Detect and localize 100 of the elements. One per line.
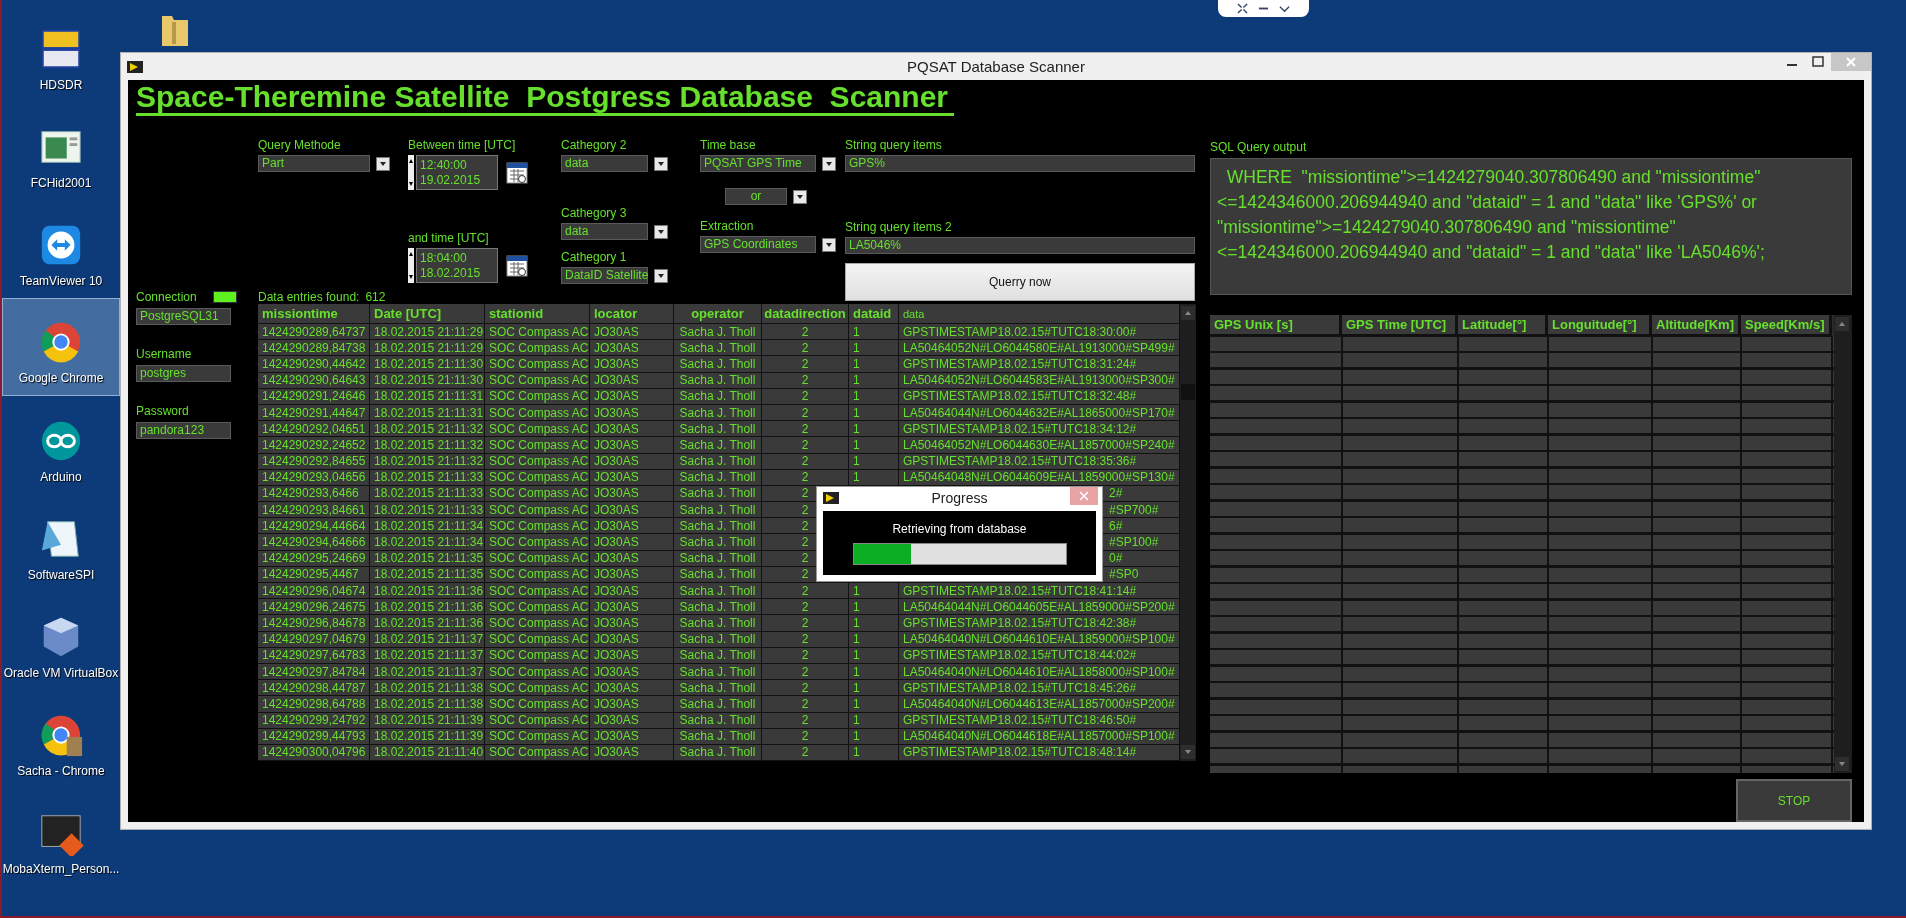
- table-cell: 1424290300,04796: [262, 745, 366, 760]
- column-header[interactable]: GPS Unix [s]: [1210, 315, 1342, 337]
- desktop-icon[interactable]: HDSDR: [2, 4, 120, 102]
- table-cell: GPSTIMESTAMP18.02.15#TUTC18:31:24#: [903, 356, 1137, 371]
- chevron-icon[interactable]: [1279, 3, 1290, 14]
- spinner-icon[interactable]: [408, 155, 414, 190]
- scrollbar[interactable]: [1180, 304, 1196, 762]
- desktop-icon[interactable]: FCHid2001: [2, 102, 120, 200]
- table-cell: SOC Compass AC: [489, 405, 589, 420]
- query-text-field[interactable]: GPS%: [845, 155, 1195, 172]
- table-cell: 18.02.2015 21:11:37: [374, 632, 484, 647]
- table-cell: SOC Compass AC: [489, 389, 589, 404]
- calendar-icon[interactable]: [506, 254, 528, 277]
- table-cell: JO30AS: [594, 324, 639, 339]
- table-cell: 1: [853, 648, 860, 663]
- table-cell: Sacha J. Tholl: [679, 454, 756, 469]
- column-header[interactable]: datadirection: [762, 304, 849, 323]
- table-cell: 18.02.2015 21:11:31: [374, 389, 484, 404]
- time-base-dropdown[interactable]: PQSAT GPS Time: [700, 155, 816, 172]
- table-cell: 1: [853, 615, 860, 630]
- desktop-icon[interactable]: Oracle VM VirtualBox: [2, 592, 120, 690]
- column-header[interactable]: operator: [674, 304, 762, 323]
- desktop-icon[interactable]: MobaXterm_Person...: [2, 788, 120, 886]
- column-header[interactable]: locator: [590, 304, 674, 323]
- table-cell: SOC Compass AC: [489, 486, 589, 501]
- table-cell: Sacha J. Tholl: [679, 745, 756, 760]
- table-cell: GPSTIMESTAMP18.02.15#TUTC18:46:50#: [903, 713, 1137, 728]
- column-header[interactable]: data: [899, 304, 1180, 323]
- table-cell: 1424290296,84678: [262, 615, 366, 630]
- table-cell: 1424290289,64737: [262, 324, 366, 339]
- table-cell: 1: [853, 389, 860, 404]
- desktop-icon[interactable]: Arduino: [2, 396, 120, 494]
- column-header[interactable]: stationid: [485, 304, 590, 323]
- table-cell: 2: [801, 567, 809, 582]
- scrollbar[interactable]: [1834, 315, 1852, 773]
- query-button[interactable]: Querry now: [845, 263, 1195, 301]
- table-cell: 1424290298,64788: [262, 696, 366, 711]
- field-label: Cathegory 3: [561, 206, 627, 220]
- time-field[interactable]: 12:40:00 19.02.2015: [416, 155, 498, 190]
- table-cell: JO30AS: [594, 696, 639, 711]
- time-field[interactable]: 18:04:00 18.02.2015: [416, 248, 498, 283]
- spinner-icon[interactable]: [408, 248, 414, 283]
- column-header[interactable]: dataid: [849, 304, 899, 323]
- table-cell: JO30AS: [594, 502, 639, 517]
- desktop-icon[interactable]: Sacha - Chrome: [2, 690, 120, 788]
- server-field[interactable]: PostgreSQL31: [136, 308, 231, 325]
- scroll-up-icon[interactable]: [1181, 306, 1195, 320]
- query-method-dropdown[interactable]: Part: [258, 155, 370, 172]
- stop-button[interactable]: STOP: [1736, 779, 1852, 822]
- scroll-down-icon[interactable]: [1181, 745, 1195, 760]
- table-cell: 18.02.2015 21:11:32: [374, 421, 484, 436]
- table-cell: 18.02.2015 21:11:38: [374, 680, 484, 695]
- scroll-thumb[interactable]: [1181, 384, 1195, 400]
- category-dropdown[interactable]: DataID Satellite: [561, 267, 648, 284]
- operator-dropdown[interactable]: or: [725, 188, 787, 205]
- table-cell: Sacha J. Tholl: [679, 551, 756, 566]
- username-field[interactable]: postgres: [136, 365, 231, 382]
- column-header[interactable]: Latitude[°]: [1458, 315, 1548, 337]
- category-dropdown[interactable]: data: [561, 155, 648, 172]
- desktop-icon[interactable]: Google Chrome: [2, 298, 120, 396]
- icon-label: MobaXterm_Person...: [2, 862, 120, 876]
- table-cell: Sacha J. Tholl: [679, 421, 756, 436]
- table-cell: Sacha J. Tholl: [679, 696, 756, 711]
- table-cell: 2: [801, 648, 809, 663]
- scroll-down-icon[interactable]: [1835, 757, 1849, 771]
- table-cell: 1424290294,64666: [262, 535, 366, 550]
- column-header[interactable]: Speed[Km/s]: [1741, 315, 1832, 337]
- table-cell: Sacha J. Tholl: [679, 356, 756, 371]
- table-cell: 18.02.2015 21:11:32: [374, 454, 484, 469]
- table-cell: GPSTIMESTAMP18.02.15#TUTC18:44:02#: [903, 648, 1137, 663]
- column-header[interactable]: Altitude[Km]: [1652, 315, 1741, 337]
- table-cell: JO30AS: [594, 535, 639, 550]
- table-cell: SOC Compass AC: [489, 356, 589, 371]
- table-cell: 2: [801, 486, 809, 501]
- column-header[interactable]: Date [UTC]: [370, 304, 485, 323]
- expand-icon[interactable]: [1237, 3, 1248, 14]
- table-cell: Sacha J. Tholl: [679, 615, 756, 630]
- extraction-dropdown[interactable]: GPS Coordinates: [700, 236, 816, 253]
- table-cell: 1: [853, 632, 860, 647]
- table-cell: JO30AS: [594, 664, 639, 679]
- desktop-icon[interactable]: SoftwareSPI: [2, 494, 120, 592]
- table-cell: 1424290293,04656: [262, 470, 366, 485]
- table-cell: JO30AS: [594, 421, 639, 436]
- column-header[interactable]: GPS Time [UTC]: [1342, 315, 1458, 337]
- query-text-field[interactable]: LA5046%: [845, 237, 1195, 254]
- desktop-icon[interactable]: TeamViewer 10: [2, 200, 120, 298]
- scroll-up-icon[interactable]: [1835, 317, 1849, 331]
- category-dropdown[interactable]: data: [561, 223, 648, 240]
- column-header[interactable]: missiontime: [258, 304, 370, 323]
- table-cell: 18.02.2015 21:11:30: [374, 373, 484, 388]
- table-cell: 1: [853, 599, 860, 614]
- table-cell: 18.02.2015 21:11:38: [374, 696, 484, 711]
- window-title: PQSAT Database Scanner: [907, 58, 1085, 75]
- table-cell: SOC Compass AC: [489, 615, 589, 630]
- table-cell: SOC Compass AC: [489, 696, 589, 711]
- calendar-icon[interactable]: [506, 161, 528, 184]
- password-field[interactable]: pandora123: [136, 422, 231, 439]
- table-cell: 1424290293,84661: [262, 502, 366, 517]
- column-header[interactable]: Longuitude[°]: [1548, 315, 1652, 337]
- table-cell: 0#: [1109, 551, 1123, 566]
